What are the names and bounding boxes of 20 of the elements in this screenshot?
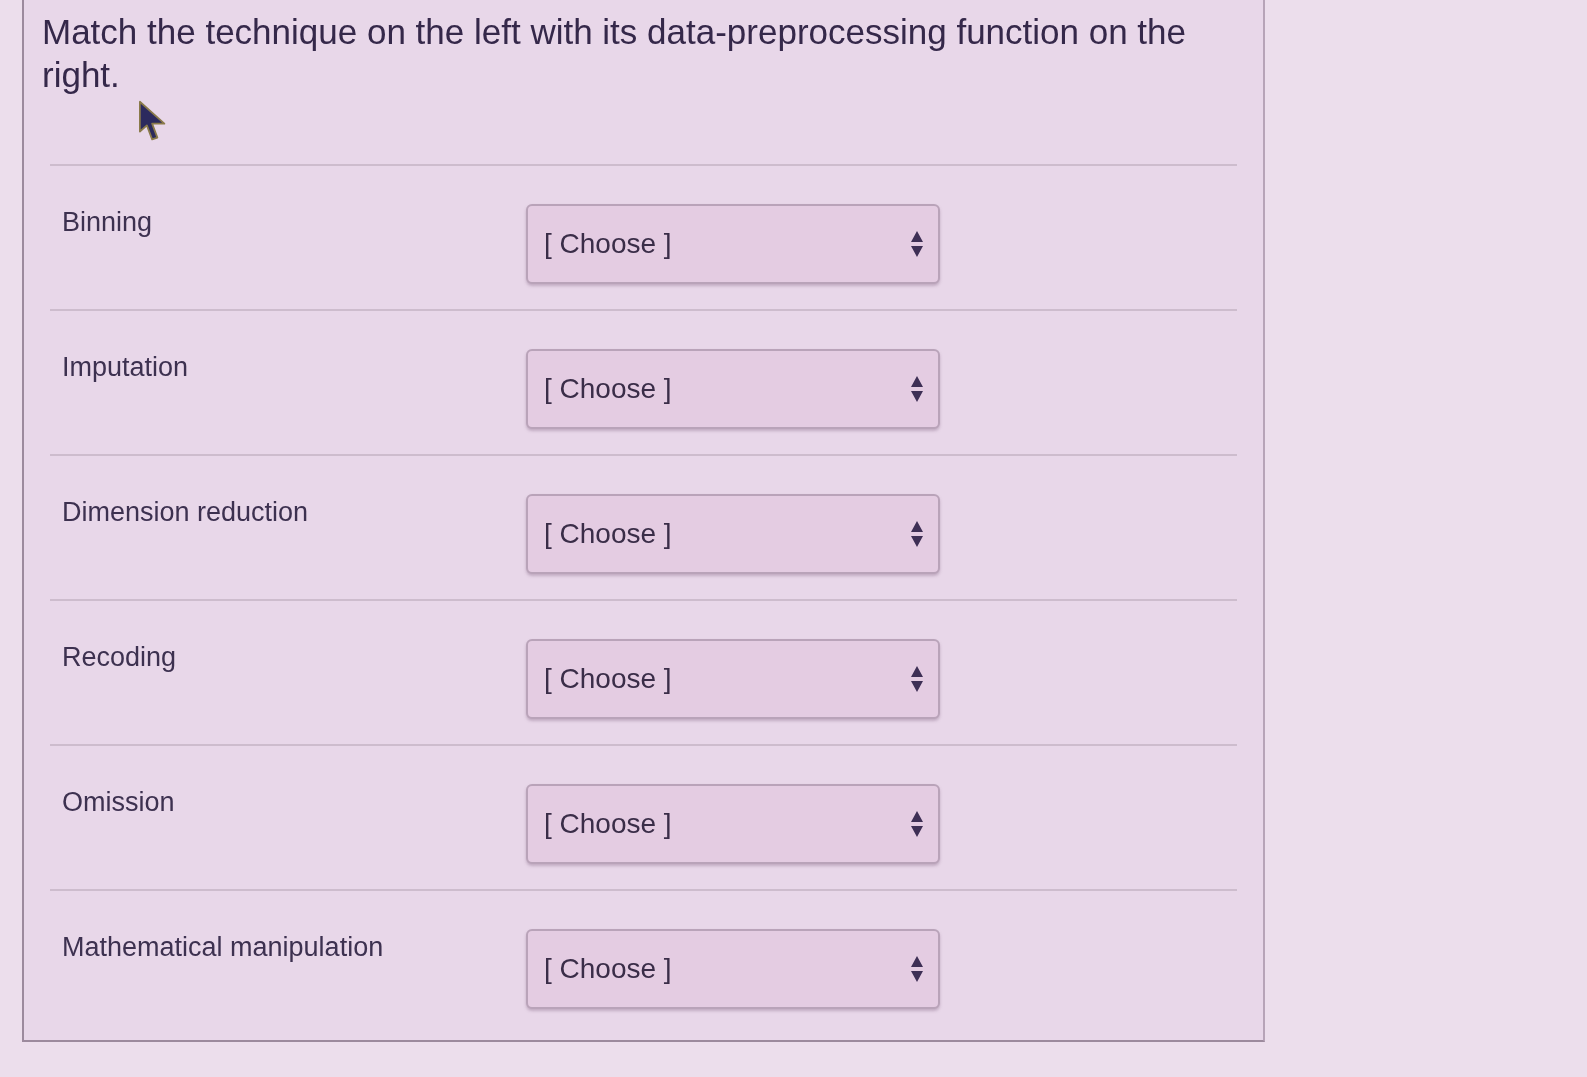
technique-label: Mathematical manipulation	[61, 931, 385, 964]
up-down-arrows-icon	[910, 665, 924, 693]
answer-dropdown[interactable]: [ Choose ]	[526, 639, 940, 719]
answer-dropdown[interactable]: [ Choose ]	[526, 784, 940, 864]
technique-label: Imputation	[61, 351, 190, 384]
up-down-arrows-icon	[910, 520, 924, 548]
technique-label: Binning	[61, 206, 154, 239]
answer-dropdown[interactable]: [ Choose ]	[526, 494, 940, 574]
up-down-arrows-icon	[910, 810, 924, 838]
up-down-arrows-icon	[910, 375, 924, 403]
technique-label: Omission	[61, 786, 176, 819]
question-prompt: Match the technique on the left with its data-preprocessing function on the right.	[42, 11, 1188, 96]
up-down-arrows-icon	[910, 230, 924, 258]
mouse-pointer-icon	[138, 100, 168, 142]
up-down-arrows-icon	[910, 955, 924, 983]
answer-dropdown[interactable]: [ Choose ]	[526, 349, 940, 429]
answer-dropdown[interactable]: [ Choose ]	[526, 929, 940, 1009]
technique-label: Dimension reduction	[61, 496, 310, 529]
technique-label: Recoding	[61, 641, 178, 674]
answer-dropdown[interactable]: [ Choose ]	[526, 204, 940, 284]
